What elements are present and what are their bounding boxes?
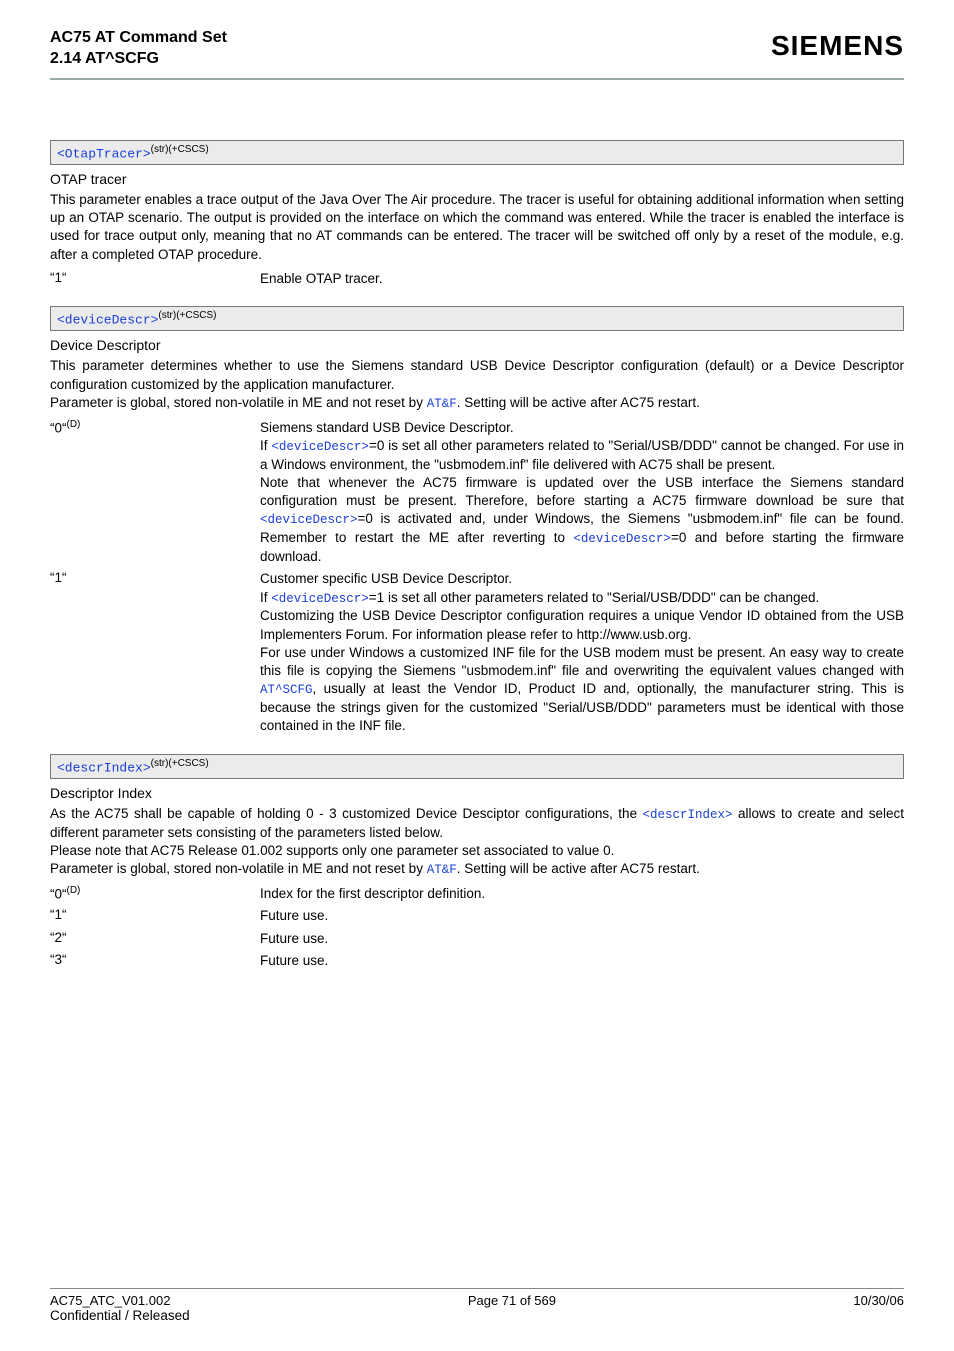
text: Parameter is global, stored non-volatile… (50, 395, 427, 410)
text: Parameter is global, stored non-volatile… (50, 861, 427, 876)
text: =1 is set all other parameters related t… (369, 590, 819, 605)
footer-row: AC75_ATC_V01.002 Page 71 of 569 10/30/06 (50, 1293, 904, 1308)
desc-a: Customer specific USB Device Descriptor. (260, 570, 904, 588)
page-header: AC75 AT Command Set 2.14 AT^SCFG SIEMENS (50, 28, 904, 70)
text: , usually at least the Vendor ID, Produc… (260, 681, 904, 733)
value-key: “1“ (50, 907, 260, 922)
param-intro-p2: Please note that AC75 Release 01.002 sup… (50, 842, 904, 860)
value-row: “3“ Future use. (50, 952, 904, 970)
param-intro-p3: Parameter is global, stored non-volatile… (50, 860, 904, 879)
param-name: <OtapTracer> (57, 146, 151, 161)
param-sup: (str)(+CSCS) (151, 144, 209, 155)
key-text: “0“ (50, 887, 67, 902)
value-row: “1“ Enable OTAP tracer. (50, 270, 904, 288)
page-footer: AC75_ATC_V01.002 Page 71 of 569 10/30/06… (50, 1288, 904, 1323)
value-key: “0“(D) (50, 419, 260, 436)
value-desc: Enable OTAP tracer. (260, 270, 904, 288)
key-sup: (D) (67, 419, 81, 430)
link-atscfg[interactable]: AT^SCFG (260, 683, 313, 697)
text: . Setting will be active after AC75 rest… (457, 395, 700, 410)
link-devicedescr[interactable]: <deviceDescr> (260, 513, 358, 527)
section-ref: 2.14 AT^SCFG (50, 49, 227, 70)
param-intro-p1: As the AC75 shall be capable of holding … (50, 805, 904, 842)
link-descrindex[interactable]: <descrIndex> (643, 808, 733, 822)
brand-logo: SIEMENS (771, 30, 904, 62)
param-title: OTAP tracer (50, 171, 904, 187)
param-box-descrindex: <descrIndex>(str)(+CSCS) (50, 754, 904, 779)
value-desc: Customer specific USB Device Descriptor.… (260, 570, 904, 735)
desc-c: Note that whenever the AC75 firmware is … (260, 474, 904, 566)
param-box-devicedescr: <deviceDescr>(str)(+CSCS) (50, 306, 904, 331)
value-row: “2“ Future use. (50, 930, 904, 948)
value-desc: Future use. (260, 930, 904, 948)
value-key: “1“ (50, 570, 260, 585)
link-devicedescr[interactable]: <deviceDescr> (573, 532, 671, 546)
value-desc: Future use. (260, 952, 904, 970)
param-box-otaptracer: <OtapTracer>(str)(+CSCS) (50, 140, 904, 165)
text: . Setting will be active after AC75 rest… (457, 861, 700, 876)
footer-center: Page 71 of 569 (468, 1293, 556, 1308)
link-atf[interactable]: AT&F (427, 863, 457, 877)
param-title: Device Descriptor (50, 337, 904, 353)
doc-title: AC75 AT Command Set (50, 28, 227, 49)
param-intro-p2: Parameter is global, stored non-volatile… (50, 394, 904, 413)
value-key: “0“(D) (50, 885, 260, 902)
header-rule (50, 78, 904, 80)
value-key: “3“ (50, 952, 260, 967)
value-desc: Index for the first descriptor definitio… (260, 885, 904, 903)
value-key: “1“ (50, 270, 260, 285)
footer-left: AC75_ATC_V01.002 (50, 1293, 170, 1308)
desc-a: Siemens standard USB Device Descriptor. (260, 419, 904, 437)
value-desc: Future use. (260, 907, 904, 925)
link-devicedescr[interactable]: <deviceDescr> (271, 440, 369, 454)
key-text: “0“ (50, 420, 67, 435)
footer-left1: AC75_ATC_V01.002 (50, 1293, 170, 1308)
key-sup: (D) (67, 885, 81, 896)
desc-d: For use under Windows a customized INF f… (260, 644, 904, 736)
value-desc: Siemens standard USB Device Descriptor. … (260, 419, 904, 567)
value-row: “0“(D) Index for the first descriptor de… (50, 885, 904, 903)
param-name: <deviceDescr> (57, 312, 158, 327)
value-row: “1“ Customer specific USB Device Descrip… (50, 570, 904, 735)
text: As the AC75 shall be capable of holding … (50, 806, 643, 821)
param-sup: (str)(+CSCS) (158, 310, 216, 321)
param-intro-p1: This parameter determines whether to use… (50, 357, 904, 393)
text: If (260, 438, 271, 453)
footer-rule (50, 1288, 904, 1289)
header-left: AC75 AT Command Set 2.14 AT^SCFG (50, 28, 227, 70)
value-row: “1“ Future use. (50, 907, 904, 925)
footer-left2: Confidential / Released (50, 1308, 904, 1323)
footer-right: 10/30/06 (853, 1293, 904, 1308)
desc-b: If <deviceDescr>=1 is set all other para… (260, 589, 904, 608)
value-row: “0“(D) Siemens standard USB Device Descr… (50, 419, 904, 567)
text: If (260, 590, 271, 605)
param-intro: This parameter enables a trace output of… (50, 191, 904, 264)
text: Note that whenever the AC75 firmware is … (260, 475, 904, 508)
param-title: Descriptor Index (50, 785, 904, 801)
param-sup: (str)(+CSCS) (151, 758, 209, 769)
desc-b: If <deviceDescr>=0 is set all other para… (260, 437, 904, 474)
value-key: “2“ (50, 930, 260, 945)
text: For use under Windows a customized INF f… (260, 645, 904, 678)
link-devicedescr[interactable]: <deviceDescr> (271, 592, 369, 606)
desc-c: Customizing the USB Device Descriptor co… (260, 607, 904, 643)
link-atf[interactable]: AT&F (427, 397, 457, 411)
param-name: <descrIndex> (57, 760, 151, 775)
